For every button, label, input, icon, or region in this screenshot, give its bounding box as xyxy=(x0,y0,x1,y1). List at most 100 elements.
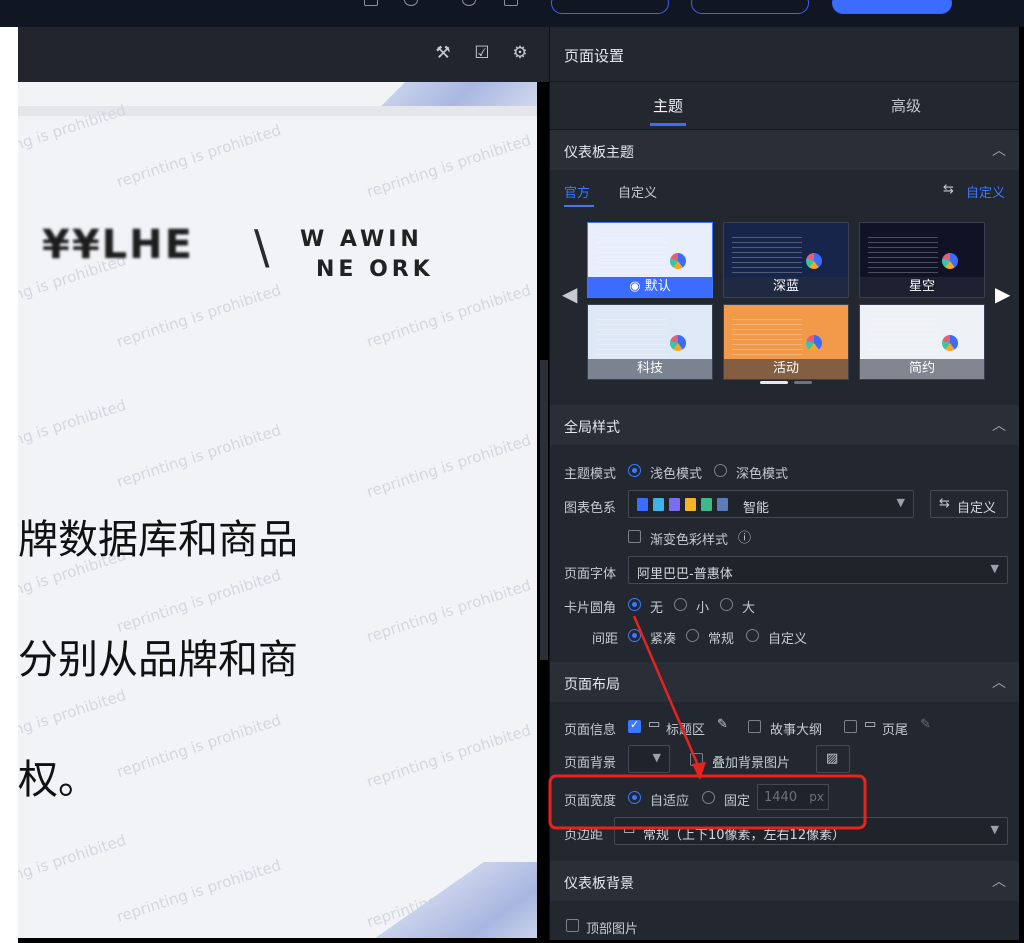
custom-colors-button[interactable]: ⇆ 自定义 xyxy=(930,490,1008,518)
caret-down-icon: ▼ xyxy=(990,823,999,836)
spacing-custom-radio[interactable] xyxy=(746,629,759,642)
edit-icon[interactable]: ✎ xyxy=(717,717,728,732)
footer-label[interactable]: 页尾 xyxy=(882,719,908,738)
section-dashboard-bg[interactable]: 仪表板背景 ︿ xyxy=(550,861,1020,901)
page-width-unit: px xyxy=(809,790,824,804)
theme-mode-light-radio[interactable] xyxy=(628,464,641,477)
gear-icon[interactable]: ⚙ xyxy=(509,42,531,64)
radius-small-radio[interactable] xyxy=(674,598,687,611)
spacing-custom-label[interactable]: 自定义 xyxy=(768,628,807,647)
gradient-label[interactable]: 渐变色彩样式 xyxy=(650,529,728,548)
bg-image-upload[interactable]: ▨ xyxy=(816,745,850,773)
section-dashboard-theme[interactable]: 仪表板主题 ︿ xyxy=(550,130,1020,170)
font-select[interactable]: 阿里巴巴-普惠体 ▼ xyxy=(628,556,1008,584)
caret-down-icon: ▼ xyxy=(652,751,661,764)
theme-mode-dark-radio[interactable] xyxy=(714,464,727,477)
theme-card-deep-blue[interactable]: 深蓝 xyxy=(723,222,849,298)
topbar-button-2[interactable] xyxy=(691,0,809,14)
page-width-input[interactable]: 1440 px xyxy=(757,784,829,810)
history-icon[interactable] xyxy=(504,0,518,6)
logo-divider: \ xyxy=(254,220,270,274)
title-area-label[interactable]: 标题区 xyxy=(666,719,705,738)
search-icon[interactable] xyxy=(462,0,476,6)
story-outline-label[interactable]: 故事大纲 xyxy=(770,719,822,738)
radius-none-radio[interactable] xyxy=(628,598,641,611)
sliders-icon: ⇆ xyxy=(939,496,950,511)
page-margin-select[interactable]: 常规（上下10像素，左右12像素） ▭ ▼ xyxy=(614,817,1008,845)
check-square-icon[interactable]: ☑ xyxy=(471,42,493,64)
subtab-indicator xyxy=(564,205,594,207)
width-adaptive-label[interactable]: 自适应 xyxy=(650,790,689,809)
partner-logo-line2: NE ORK xyxy=(316,257,434,282)
canvas-toolbar: ⚒ ☑ ⚙ xyxy=(18,27,549,82)
divider xyxy=(550,81,1020,82)
brush-icon[interactable]: ⚒ xyxy=(432,42,454,64)
width-fixed-label[interactable]: 固定 xyxy=(724,790,750,809)
spacing-compact-radio[interactable] xyxy=(628,629,641,642)
dashboard-canvas[interactable]: reprinting is prohibited reprinting is p… xyxy=(18,82,537,938)
footer-checkbox[interactable] xyxy=(844,720,857,733)
theme-mode-light-label[interactable]: 浅色模式 xyxy=(650,463,702,482)
subtab-official[interactable]: 官方 xyxy=(564,182,590,201)
carousel-dot[interactable] xyxy=(794,381,812,384)
share-icon[interactable] xyxy=(404,0,418,6)
document-icon[interactable] xyxy=(364,0,378,6)
top-image-checkbox[interactable] xyxy=(566,919,579,932)
topbar-button-1[interactable] xyxy=(551,0,669,14)
story-outline-checkbox[interactable] xyxy=(748,720,761,733)
gradient-checkbox[interactable] xyxy=(628,530,641,543)
radius-large-label[interactable]: 大 xyxy=(742,597,755,616)
section-page-layout[interactable]: 页面布局 ︿ xyxy=(550,662,1020,702)
theme-mode-label: 主题模式 xyxy=(564,467,617,482)
spacing-compact-label[interactable]: 紧凑 xyxy=(650,628,676,647)
radius-large-radio[interactable] xyxy=(720,598,733,611)
carousel-next-icon[interactable]: ▶ xyxy=(995,282,1010,306)
sliders-icon[interactable]: ⇆ xyxy=(943,182,954,197)
theme-card-tech[interactable]: 科技 xyxy=(587,304,713,380)
theme-card-default[interactable]: ◉ 默认 xyxy=(587,222,713,298)
title-area-checkbox[interactable] xyxy=(628,718,641,733)
tab-theme[interactable]: 主题 xyxy=(653,95,683,116)
color-swatch xyxy=(637,498,648,511)
page-bg-color-select[interactable]: ▼ xyxy=(628,745,670,773)
subtab-custom[interactable]: 自定义 xyxy=(618,182,657,201)
canvas-scrollbar[interactable] xyxy=(540,360,548,660)
chart-colors-select[interactable]: 智能 ▼ xyxy=(628,490,914,518)
radius-none-label[interactable]: 无 xyxy=(650,597,663,616)
chevron-up-icon[interactable]: ︿ xyxy=(992,415,1006,435)
bg-image-checkbox[interactable] xyxy=(690,753,703,766)
chevron-up-icon[interactable]: ︿ xyxy=(992,672,1006,692)
monitor-icon: ▭ xyxy=(864,717,877,732)
width-fixed-radio[interactable] xyxy=(702,791,715,804)
topbar-primary-button[interactable] xyxy=(832,0,952,14)
watermark: reprinting is prohibited xyxy=(364,430,534,502)
chevron-up-icon[interactable]: ︿ xyxy=(992,140,1006,160)
bg-image-label[interactable]: 叠加背景图片 xyxy=(712,752,790,771)
width-adaptive-radio[interactable] xyxy=(628,791,641,804)
top-toolbar xyxy=(0,0,1024,27)
custom-theme-link[interactable]: 自定义 xyxy=(966,182,1005,201)
top-image-label[interactable]: 顶部图片 xyxy=(586,918,638,937)
tab-advanced[interactable]: 高级 xyxy=(891,95,921,116)
spacing-normal-radio[interactable] xyxy=(686,629,699,642)
radius-small-label[interactable]: 小 xyxy=(696,597,709,616)
section-global-style[interactable]: 全局样式 ︿ xyxy=(550,405,1020,445)
info-icon[interactable]: ⓘ xyxy=(738,527,751,546)
edit-icon[interactable]: ✎ xyxy=(920,717,931,732)
section-title: 仪表板背景 xyxy=(564,876,634,892)
chevron-up-icon[interactable]: ︿ xyxy=(992,871,1006,891)
monitor-icon: ▭ xyxy=(648,717,661,732)
theme-card-event[interactable]: 活动 xyxy=(723,304,849,380)
font-value: 阿里巴巴-普惠体 xyxy=(637,567,733,582)
carousel-prev-icon[interactable]: ◀ xyxy=(562,282,577,306)
theme-mode-dark-label[interactable]: 深色模式 xyxy=(736,463,788,482)
theme-card-starry[interactable]: 星空 xyxy=(859,222,985,298)
body-text-line: 牌数据库和商品 xyxy=(18,517,298,563)
page-width-label: 页面宽度 xyxy=(564,794,617,809)
carousel-dot-active[interactable] xyxy=(760,381,788,384)
right-edge xyxy=(1019,27,1024,943)
theme-card-minimal[interactable]: 简约 xyxy=(859,304,985,380)
preview-lines xyxy=(868,237,938,273)
spacing-normal-label[interactable]: 常规 xyxy=(708,628,734,647)
theme-name: 简约 xyxy=(860,359,984,379)
